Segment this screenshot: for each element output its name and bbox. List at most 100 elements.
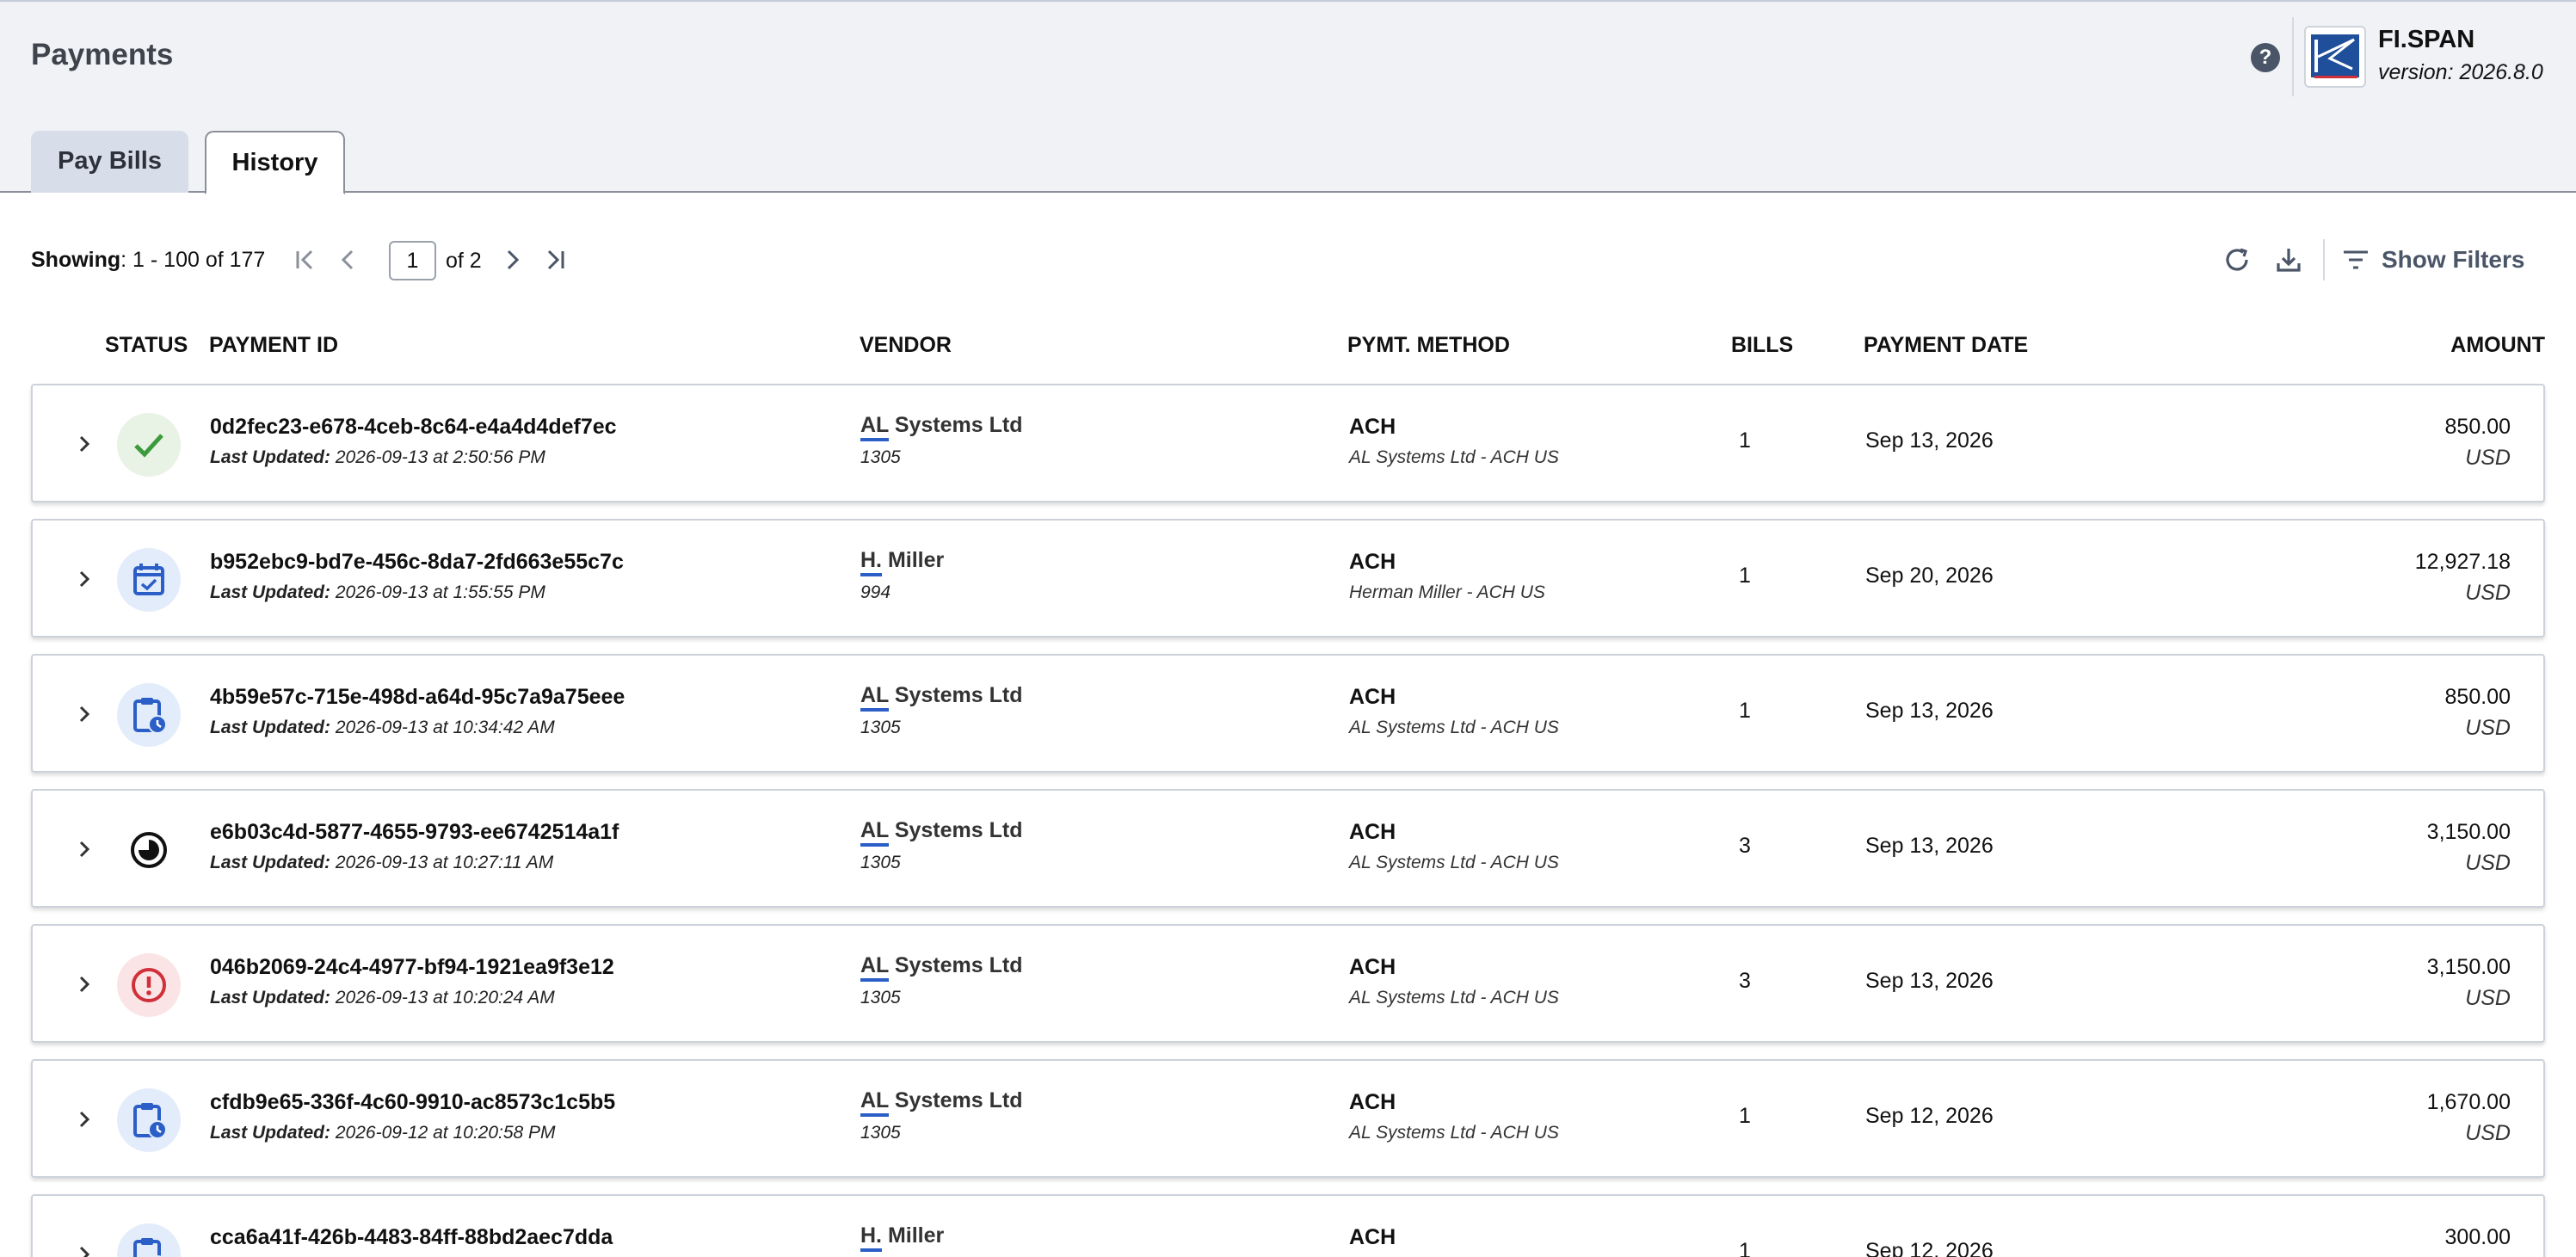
table-row[interactable]: 4b59e57c-715e-498d-a64d-95c7a9a75eee Las… xyxy=(31,654,2545,773)
table-row[interactable]: e6b03c4d-5877-4655-9793-ee6742514a1f Las… xyxy=(31,789,2545,908)
payment-date: Sep 13, 2026 xyxy=(1865,834,1994,858)
last-updated-value: 2026-09-12 at 10:20:58 PM xyxy=(335,1123,556,1143)
last-page-icon xyxy=(547,250,564,270)
chevron-right-icon xyxy=(79,1111,90,1128)
expand-row-button[interactable] xyxy=(69,969,100,1000)
table-row[interactable]: b952ebc9-bd7e-456c-8da7-2fd663e55c7c Las… xyxy=(31,519,2545,638)
chevron-right-icon xyxy=(507,250,520,270)
top-border xyxy=(0,0,2576,2)
show-filters-button[interactable]: Show Filters xyxy=(2340,243,2524,277)
last-updated-label: Last Updated: xyxy=(210,447,331,467)
table-row[interactable]: 046b2069-24c4-4977-bf94-1921ea9f3e12 Las… xyxy=(31,924,2545,1043)
bills-count: 1 xyxy=(1739,428,1751,453)
payment-method: ACH xyxy=(1349,550,1396,574)
vendor-abbrev: AL xyxy=(860,953,889,982)
next-page-button[interactable] xyxy=(496,243,530,277)
vendor-number: 1305 xyxy=(860,718,901,737)
table-row[interactable]: cca6a41f-426b-4483-84ff-88bd2aec7dda H. … xyxy=(31,1194,2545,1257)
amount: 300.00 xyxy=(2444,1225,2511,1249)
vendor-rest: Systems Ltd xyxy=(888,413,1023,437)
payment-id[interactable]: cfdb9e65-336f-4c60-9910-ac8573c1c5b5 xyxy=(210,1090,615,1115)
vendor-abbrev: AL xyxy=(860,683,889,712)
vendor-name[interactable]: H. Miller xyxy=(860,1223,945,1252)
last-updated: Last Updated: 2026-09-13 at 10:20:24 AM xyxy=(210,988,555,1008)
pagination-summary: Showing: 1 - 100 of 177 xyxy=(31,239,265,280)
column-header-payment-id[interactable]: PAYMENT ID xyxy=(209,333,338,358)
column-header-amount[interactable]: AMOUNT xyxy=(2450,333,2545,358)
first-page-icon xyxy=(296,250,313,270)
last-updated: Last Updated: 2026-09-13 at 2:50:56 PM xyxy=(210,447,545,468)
status-badge xyxy=(117,1223,181,1257)
page-number-input[interactable] xyxy=(389,241,436,280)
page-header xyxy=(0,0,2576,193)
last-updated-label: Last Updated: xyxy=(210,1123,331,1143)
bills-count: 3 xyxy=(1739,834,1751,858)
currency: USD xyxy=(2465,1121,2511,1145)
vendor-name[interactable]: AL Systems Ltd xyxy=(860,953,1022,982)
vendor-name[interactable]: AL Systems Ltd xyxy=(860,413,1023,441)
status-badge xyxy=(117,413,181,477)
table-row[interactable]: 0d2fec23-e678-4ceb-8c64-e4a4d4def7ec Las… xyxy=(31,384,2545,502)
payment-id[interactable]: e6b03c4d-5877-4655-9793-ee6742514a1f xyxy=(210,820,619,845)
first-page-button[interactable] xyxy=(287,243,322,277)
vendor-rest: Systems Ltd xyxy=(888,683,1023,707)
last-updated-value: 2026-09-13 at 2:50:56 PM xyxy=(335,447,545,467)
chevron-left-icon xyxy=(341,250,354,270)
vendor-name[interactable]: AL Systems Ltd xyxy=(860,1088,1022,1117)
currency: USD xyxy=(2465,581,2511,605)
vendor-abbrev: AL xyxy=(860,818,889,847)
chevron-right-icon xyxy=(79,1246,90,1257)
page-title: Payments xyxy=(31,38,174,71)
last-updated-value: 2026-09-13 at 1:55:55 PM xyxy=(335,582,545,602)
last-page-button[interactable] xyxy=(539,243,573,277)
column-header-payment-date[interactable]: PAYMENT DATE xyxy=(1864,333,2028,358)
column-header-method[interactable]: PYMT. METHOD xyxy=(1347,333,1510,358)
download-button[interactable] xyxy=(2271,243,2306,277)
vendor-number: 994 xyxy=(860,582,891,602)
column-header-bills[interactable]: BILLS xyxy=(1731,333,1793,358)
expand-row-button[interactable] xyxy=(69,428,100,459)
refresh-button[interactable] xyxy=(2220,243,2254,277)
brand-logo xyxy=(2304,26,2366,88)
currency: USD xyxy=(2465,851,2511,875)
payment-id[interactable]: 0d2fec23-e678-4ceb-8c64-e4a4d4def7ec xyxy=(210,415,617,440)
table-row[interactable]: cfdb9e65-336f-4c60-9910-ac8573c1c5b5 Las… xyxy=(31,1059,2545,1178)
payment-method: ACH xyxy=(1349,820,1396,844)
tab-pay-bills[interactable]: Pay Bills xyxy=(31,131,188,193)
payment-date: Sep 12, 2026 xyxy=(1865,1104,1994,1128)
payment-date: Sep 13, 2026 xyxy=(1865,428,1994,453)
brand-name: FI.SPAN xyxy=(2378,26,2475,53)
payment-id[interactable]: b952ebc9-bd7e-456c-8da7-2fd663e55c7c xyxy=(210,550,624,575)
vendor-name[interactable]: H. Miller xyxy=(860,548,944,576)
vendor-name[interactable]: AL Systems Ltd xyxy=(860,683,1023,712)
bills-count: 1 xyxy=(1739,699,1751,723)
vendor-number: 1305 xyxy=(860,988,901,1007)
expand-row-button[interactable] xyxy=(69,564,100,595)
expand-row-button[interactable] xyxy=(69,1239,100,1257)
column-header-status[interactable]: STATUS xyxy=(105,333,188,358)
last-updated-label: Last Updated: xyxy=(210,988,331,1007)
last-updated: Last Updated: 2026-09-12 at 10:20:58 PM xyxy=(210,1123,556,1143)
chevron-right-icon xyxy=(79,706,90,723)
payment-id[interactable]: cca6a41f-426b-4483-84ff-88bd2aec7dda xyxy=(210,1225,613,1250)
showing-range: : 1 - 100 of 177 xyxy=(120,247,266,272)
vendor-rest: Miller xyxy=(882,1223,945,1248)
clipboard-clock-icon xyxy=(133,1238,163,1257)
expand-row-button[interactable] xyxy=(69,699,100,730)
vendor-name[interactable]: AL Systems Ltd xyxy=(860,818,1022,847)
payment-id[interactable]: 4b59e57c-715e-498d-a64d-95c7a9a75eee xyxy=(210,685,625,710)
amount: 12,927.18 xyxy=(2414,550,2511,574)
bills-count: 1 xyxy=(1739,1104,1751,1128)
payment-method-detail: AL Systems Ltd - ACH US xyxy=(1349,853,1559,872)
chevron-right-icon xyxy=(79,976,90,993)
tab-history[interactable]: History xyxy=(205,131,345,194)
payment-id[interactable]: 046b2069-24c4-4977-bf94-1921ea9f3e12 xyxy=(210,955,614,980)
progress-circle-icon xyxy=(131,832,167,868)
currency: USD xyxy=(2465,986,2511,1010)
prev-page-button[interactable] xyxy=(330,243,365,277)
expand-row-button[interactable] xyxy=(69,1104,100,1135)
last-updated-label: Last Updated: xyxy=(210,718,331,737)
help-icon[interactable]: ? xyxy=(2251,43,2280,72)
expand-row-button[interactable] xyxy=(69,834,100,865)
column-header-vendor[interactable]: VENDOR xyxy=(860,333,952,358)
